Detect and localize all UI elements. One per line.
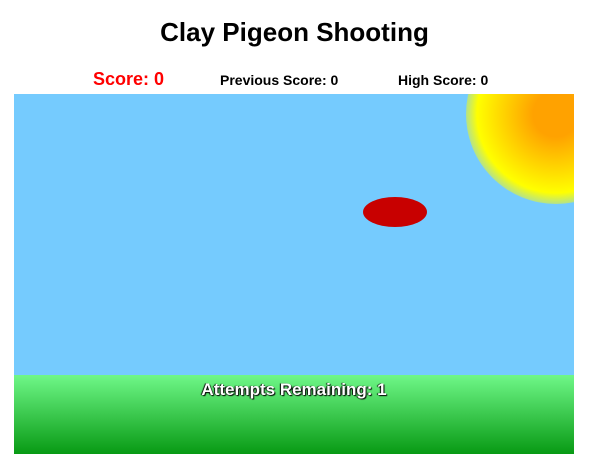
clay-pigeon-icon[interactable] xyxy=(363,197,427,227)
score-bar: Score: 0 Previous Score: 0 High Score: 0 xyxy=(0,66,589,92)
attempts-remaining: Attempts Remaining: 1 xyxy=(201,380,387,399)
high-score: High Score: 0 xyxy=(398,72,489,88)
ground: Attempts Remaining: 1 xyxy=(14,375,574,454)
sky xyxy=(14,94,574,375)
game-title: Clay Pigeon Shooting xyxy=(160,17,429,47)
sun-icon xyxy=(466,94,574,204)
previous-score: Previous Score: 0 xyxy=(220,72,339,88)
game-canvas[interactable]: Attempts Remaining: 1 xyxy=(14,94,574,454)
current-score: Score: 0 xyxy=(93,69,165,89)
